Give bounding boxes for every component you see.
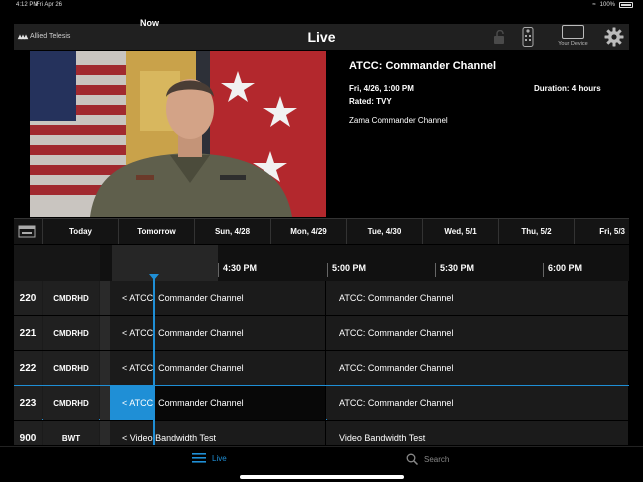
list-icon xyxy=(192,453,206,463)
tab-search-label: Search xyxy=(424,454,450,464)
program-cell-label: < ATCC: Commander Channel xyxy=(122,398,244,408)
program-cell-next[interactable]: Video Bandwidth Test xyxy=(327,421,629,445)
channel-row[interactable]: 222 CMDRHD < ATCC: Commander Channel ATC… xyxy=(14,351,629,386)
time-slot-430: 4:30 PM xyxy=(218,263,257,277)
program-cell-current[interactable]: < ATCC: Commander Channel xyxy=(110,351,326,385)
date-tab-tue[interactable]: Tue, 4/30 xyxy=(346,219,422,244)
status-time: 4:12 PM xyxy=(16,2,39,8)
program-title: ATCC: Commander Channel xyxy=(349,60,497,72)
page-title: Live xyxy=(307,29,336,45)
program-cell-next[interactable]: ATCC: Commander Channel xyxy=(327,386,629,420)
date-tab-fri[interactable]: Fri, 5/3 xyxy=(574,219,629,244)
time-slot-500: 5:00 PM xyxy=(327,263,366,277)
battery-icon xyxy=(619,2,633,8)
gear-icon[interactable] xyxy=(604,27,624,47)
date-tab-sun[interactable]: Sun, 4/28 xyxy=(194,219,270,244)
row-gap xyxy=(100,316,110,350)
date-tab-wed[interactable]: Wed, 5/1 xyxy=(422,219,498,244)
your-device-button[interactable]: Your Device xyxy=(554,25,592,49)
home-indicator[interactable] xyxy=(240,475,404,479)
date-tab-thu[interactable]: Thu, 5/2 xyxy=(498,219,574,244)
status-date: Fri Apr 26 xyxy=(36,2,63,8)
tab-search[interactable]: Search xyxy=(406,453,449,465)
time-slot-530: 5:30 PM xyxy=(435,263,474,277)
search-icon xyxy=(406,453,418,465)
program-duration: Duration: 4 hours xyxy=(534,84,601,93)
remote-icon[interactable] xyxy=(522,27,534,47)
program-airtime: Fri, 4/26, 1:00 PM xyxy=(349,84,414,93)
program-cell-next[interactable]: ATCC: Commander Channel xyxy=(327,281,629,315)
top-bar: ▴▴▴ Allied Telesis Live Your Device xyxy=(14,24,629,50)
guide-grid: 220 CMDRHD < ATCC: Commander Channel ATC… xyxy=(14,281,629,445)
program-cell-next[interactable]: ATCC: Commander Channel xyxy=(327,351,629,385)
program-cell-current[interactable]: < ATCC: Commander Channel xyxy=(110,386,326,420)
lock-icon[interactable] xyxy=(492,30,506,44)
channel-callsign: CMDRHD xyxy=(43,281,99,315)
channel-callsign: CMDRHD xyxy=(43,316,99,350)
channel-column-header xyxy=(14,245,100,281)
channel-callsign: CMDRHD xyxy=(43,351,99,385)
channel-callsign: CMDRHD xyxy=(43,386,99,420)
channel-number: 900 xyxy=(14,421,42,445)
tablet-icon xyxy=(562,25,584,39)
now-label: Now xyxy=(140,18,159,28)
channel-number: 223 xyxy=(14,386,42,420)
video-player[interactable] xyxy=(30,51,326,217)
date-tab-tomorrow[interactable]: Tomorrow xyxy=(118,219,194,244)
row-gap xyxy=(100,386,110,420)
calendar-icon[interactable] xyxy=(18,225,36,238)
channel-number: 222 xyxy=(14,351,42,385)
status-right: ≈ 100% xyxy=(592,2,633,8)
battery-percent: 100% xyxy=(599,2,615,8)
time-header xyxy=(14,245,629,281)
program-cell-current[interactable]: < ATCC: Commander Channel xyxy=(110,316,326,350)
now-indicator-line xyxy=(153,274,155,445)
channel-row[interactable]: 900 BWT < Video Bandwidth Test Video Ban… xyxy=(14,421,629,445)
channel-row[interactable]: 220 CMDRHD < ATCC: Commander Channel ATC… xyxy=(14,281,629,316)
row-gap xyxy=(100,351,110,385)
tab-live[interactable]: Live xyxy=(192,453,227,463)
time-slot-600: 6:00 PM xyxy=(543,263,582,277)
program-cell-current[interactable]: < ATCC: Commander Channel xyxy=(110,281,326,315)
program-cell-current[interactable]: < Video Bandwidth Test xyxy=(110,421,326,445)
row-gap xyxy=(100,281,110,315)
program-description: Zama Commander Channel xyxy=(349,116,448,125)
date-tab-today[interactable]: Today xyxy=(42,219,118,244)
now-indicator-marker xyxy=(149,274,159,280)
channel-row[interactable]: 221 CMDRHD < ATCC: Commander Channel ATC… xyxy=(14,316,629,351)
video-frame xyxy=(30,51,326,217)
wifi-icon: ≈ xyxy=(592,2,596,8)
channel-number: 221 xyxy=(14,316,42,350)
row-gap xyxy=(100,421,110,445)
date-tab-mon[interactable]: Mon, 4/29 xyxy=(270,219,346,244)
program-rating: Rated: TVY xyxy=(349,97,392,106)
channel-row-selected[interactable]: 223 CMDRHD < ATCC: Commander Channel ATC… xyxy=(14,385,629,420)
channel-callsign: BWT xyxy=(43,421,99,445)
program-cell-next[interactable]: ATCC: Commander Channel xyxy=(327,316,629,350)
channel-number: 220 xyxy=(14,281,42,315)
date-tabs: Today Tomorrow Sun, 4/28 Mon, 4/29 Tue, … xyxy=(14,218,629,244)
tab-live-label: Live xyxy=(212,453,227,463)
your-device-label: Your Device xyxy=(558,41,588,47)
now-slot xyxy=(112,245,218,281)
status-bar: 4:12 PM Fri Apr 26 ≈ 100% xyxy=(0,0,643,12)
